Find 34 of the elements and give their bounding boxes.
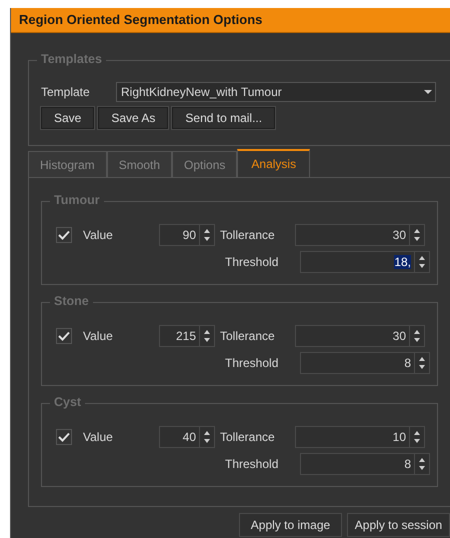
group-legend: Tumour xyxy=(50,193,104,207)
window-title: Region Oriented Segmentation Options xyxy=(11,8,450,33)
field-label: Value xyxy=(83,430,114,444)
field-label: Value xyxy=(83,228,114,242)
field-label: Tollerance xyxy=(220,329,276,343)
group-legend: Templates xyxy=(37,52,106,66)
field-label: Threshold xyxy=(225,255,280,269)
template-button[interactable]: Send to mail... xyxy=(172,107,276,129)
number-field[interactable]: 30 xyxy=(295,325,425,347)
apply-button[interactable]: Apply to session xyxy=(347,513,450,537)
template-button[interactable]: Save As xyxy=(98,107,168,129)
template-dropdown[interactable]: RightKidneyNew_with Tumour xyxy=(116,82,436,102)
number-field[interactable]: 40 xyxy=(159,426,215,448)
group-legend: Cyst xyxy=(50,395,86,409)
field-label: Value xyxy=(83,329,114,343)
field-label: Threshold xyxy=(225,457,280,471)
tab[interactable]: Analysis xyxy=(237,149,310,177)
number-field[interactable]: 90 xyxy=(159,224,215,246)
checkbox[interactable] xyxy=(56,328,72,344)
checkbox[interactable] xyxy=(56,429,72,445)
group-legend: Stone xyxy=(50,294,93,308)
number-field[interactable]: 215 xyxy=(159,325,215,347)
field-label: Template xyxy=(41,85,91,99)
field-label: Tollerance xyxy=(220,228,276,242)
template-button[interactable]: Save xyxy=(41,107,94,129)
number-field[interactable]: 30 xyxy=(295,224,425,246)
field-label: Threshold xyxy=(225,356,280,370)
apply-button[interactable]: Apply to image xyxy=(239,513,342,537)
checkbox[interactable] xyxy=(56,227,72,243)
field-label: Tollerance xyxy=(220,430,276,444)
number-field[interactable]: 10 xyxy=(295,426,425,448)
number-field[interactable]: 8 xyxy=(300,453,430,475)
number-field[interactable]: 8 xyxy=(300,352,430,374)
number-field[interactable]: 18, xyxy=(300,251,430,273)
